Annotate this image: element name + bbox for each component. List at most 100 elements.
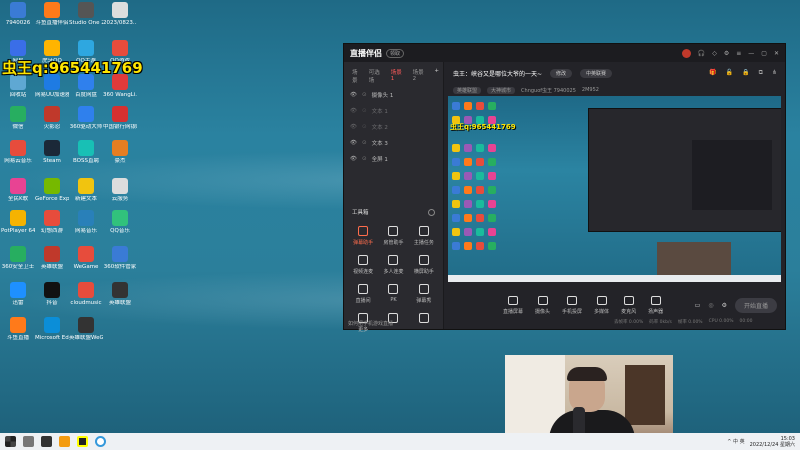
tool-item[interactable]: 弹幕助手 (348, 226, 378, 246)
desktop-icon[interactable]: QQ音乐 (103, 210, 137, 234)
start-icon[interactable] (5, 436, 16, 447)
stream-preview[interactable]: 虫王q:965441769 (448, 96, 781, 282)
desktop-icon[interactable]: 云服务 (103, 178, 137, 202)
brand-badge[interactable]: 领取 (386, 48, 405, 58)
desktop-icon[interactable]: Steam (35, 140, 69, 164)
collapse-icon[interactable] (428, 208, 435, 216)
tool-item[interactable] (409, 313, 439, 333)
obs-icon[interactable] (95, 436, 106, 447)
minimize-icon[interactable]: — (748, 50, 754, 57)
help-link[interactable]: 如何把手机游戏直播 (348, 320, 393, 327)
menu-icon[interactable]: ≡ (736, 50, 741, 57)
source-item[interactable]: 👁 ⊙ 文本 2 (344, 119, 443, 135)
source-button[interactable]: 直播屏幕 (503, 295, 523, 315)
desktop-icon[interactable]: 迅雷 (1, 282, 35, 306)
lock-icon[interactable]: ⊙ (362, 92, 367, 98)
desktop-icon[interactable]: PotPlayer 64 bit (1, 210, 35, 234)
share-icon[interactable]: ⋔ (772, 69, 777, 77)
desktop-icon[interactable]: Microsoft Edge (35, 317, 69, 341)
desktop-icon[interactable]: BOSS直聘 (69, 140, 103, 164)
desktop-icon[interactable]: 网易云音乐 (1, 140, 35, 164)
desktop-icon[interactable]: 英雄联盟WeGame版 (69, 317, 103, 341)
tool-item[interactable]: 直播间 (348, 284, 378, 304)
tab-optional-scene[interactable]: 可选场 (369, 68, 385, 84)
diamond-icon[interactable]: ◇ (712, 50, 717, 57)
tool-item[interactable]: 横屏助手 (409, 255, 439, 275)
desktop-icon[interactable]: 英雄联盟 (103, 282, 137, 306)
desktop-icon[interactable]: 新建文本 (69, 178, 103, 202)
source-button[interactable]: 手机投屏 (562, 295, 582, 315)
add-scene-icon[interactable]: + (434, 68, 439, 84)
desktop-icon[interactable]: 中国银行网银助手 (103, 106, 137, 130)
desktop-icon[interactable]: 斗鱼直播伴侣 (35, 2, 69, 26)
desktop-icon[interactable]: 网易音乐 (69, 210, 103, 234)
desktop-icon[interactable]: 360软件管家 (103, 246, 137, 270)
tool-item[interactable]: 视频连麦 (348, 255, 378, 275)
lock-icon[interactable]: ⊙ (362, 140, 367, 146)
lock-icon[interactable]: 🔓 (726, 69, 733, 77)
desktop-icon[interactable]: 微信 (1, 106, 35, 130)
lock-icon[interactable]: ⊙ (362, 108, 367, 114)
headset-icon[interactable]: 🎧 (698, 50, 705, 57)
gift-icon[interactable]: 🎁 (709, 69, 716, 77)
desktop-icon[interactable]: 7940026 (1, 2, 35, 26)
source-item[interactable]: 👁 ⊙ 文本 1 (344, 103, 443, 119)
lock2-icon[interactable]: 🔒 (742, 69, 749, 77)
copy-icon[interactable]: ⧉ (759, 69, 763, 77)
media-icon[interactable] (59, 436, 70, 447)
desktop-icon[interactable]: GeForce Experience (35, 178, 69, 202)
source-button[interactable]: 多媒体 (594, 295, 609, 315)
desktop-icon[interactable]: 火影忍 (35, 106, 69, 130)
desktop-icon[interactable]: 2023/0823... (103, 2, 137, 26)
tab-scene-1[interactable]: 场景 1 (391, 68, 407, 84)
eye-icon[interactable]: 👁 (350, 156, 357, 162)
source-button[interactable]: 摄像头 (535, 295, 550, 315)
edit-button[interactable]: 修改 (550, 68, 573, 78)
maximize-icon[interactable]: ▢ (761, 50, 767, 57)
start-live-button[interactable]: 开始直播 (734, 297, 777, 313)
tray-icons[interactable]: ^ 中 英 (727, 438, 744, 445)
city-tag[interactable]: 大神城市 (487, 86, 516, 94)
source-item[interactable]: 👁 ⊙ 全屏 1 (344, 151, 443, 167)
desktop-icon[interactable]: 幻想西游 (35, 210, 69, 234)
tool-item[interactable]: 多人连麦 (378, 255, 408, 275)
desktop-icon[interactable]: 斗鱼直播 (1, 317, 35, 341)
desktop-icon[interactable]: 全民K歌 (1, 178, 35, 202)
desktop-icon[interactable]: cloudmusic (69, 282, 103, 306)
desktop-icon[interactable]: 360安全卫士 (1, 246, 35, 270)
avatar-icon[interactable] (681, 48, 691, 58)
source-button[interactable]: 麦克风 (621, 295, 636, 315)
close-icon[interactable]: ✕ (774, 50, 779, 57)
desktop-icon[interactable]: WeGame (69, 246, 103, 270)
lock-icon[interactable]: ⊙ (362, 156, 367, 162)
eye-icon[interactable]: 👁 (350, 140, 357, 146)
tool-item[interactable]: 房管助手 (378, 226, 408, 246)
record-icon[interactable]: ▭ (695, 302, 701, 309)
eye-icon[interactable]: 👁 (350, 108, 357, 114)
tool-item[interactable]: 主播任务 (409, 226, 439, 246)
settings-icon[interactable]: ⚙ (722, 302, 727, 309)
desktop-icon[interactable]: Studio One 2 (69, 2, 103, 26)
category-pill[interactable]: 中英联赛 (580, 68, 613, 78)
eye-icon[interactable]: 👁 (350, 92, 357, 98)
clip-icon[interactable]: ◎ (708, 302, 713, 309)
source-item[interactable]: 👁 ⊙ 文本 3 (344, 135, 443, 151)
settings-icon[interactable]: ⚙ (724, 50, 729, 57)
game-tag[interactable]: 英雄联盟 (453, 86, 482, 94)
desktop-icon[interactable]: 360驱动大师 (69, 106, 103, 130)
desktop-icon[interactable]: 英雄联盟 (35, 246, 69, 270)
app-icon[interactable] (41, 436, 52, 447)
clock[interactable]: 15:03 2022/12/24 星期六 (750, 436, 795, 448)
tab-scene[interactable]: 场景 (352, 68, 363, 84)
tab-scene-2[interactable]: 场景 2 (413, 68, 429, 84)
desktop-icon[interactable]: 豪杰 (103, 140, 137, 164)
source-item[interactable]: 👁 ⊙ 摄像头 1 (344, 87, 443, 103)
tool-item[interactable]: PK (378, 284, 408, 304)
tool-item[interactable]: 弹幕秀 (409, 284, 439, 304)
file-explorer-icon[interactable] (23, 436, 34, 447)
eye-icon[interactable]: 👁 (350, 124, 357, 130)
lock-icon[interactable]: ⊙ (362, 124, 367, 130)
source-button[interactable]: 扬声器 (648, 295, 663, 315)
desktop-icon[interactable]: 抖音 (35, 282, 69, 306)
app2-icon[interactable] (77, 436, 88, 447)
